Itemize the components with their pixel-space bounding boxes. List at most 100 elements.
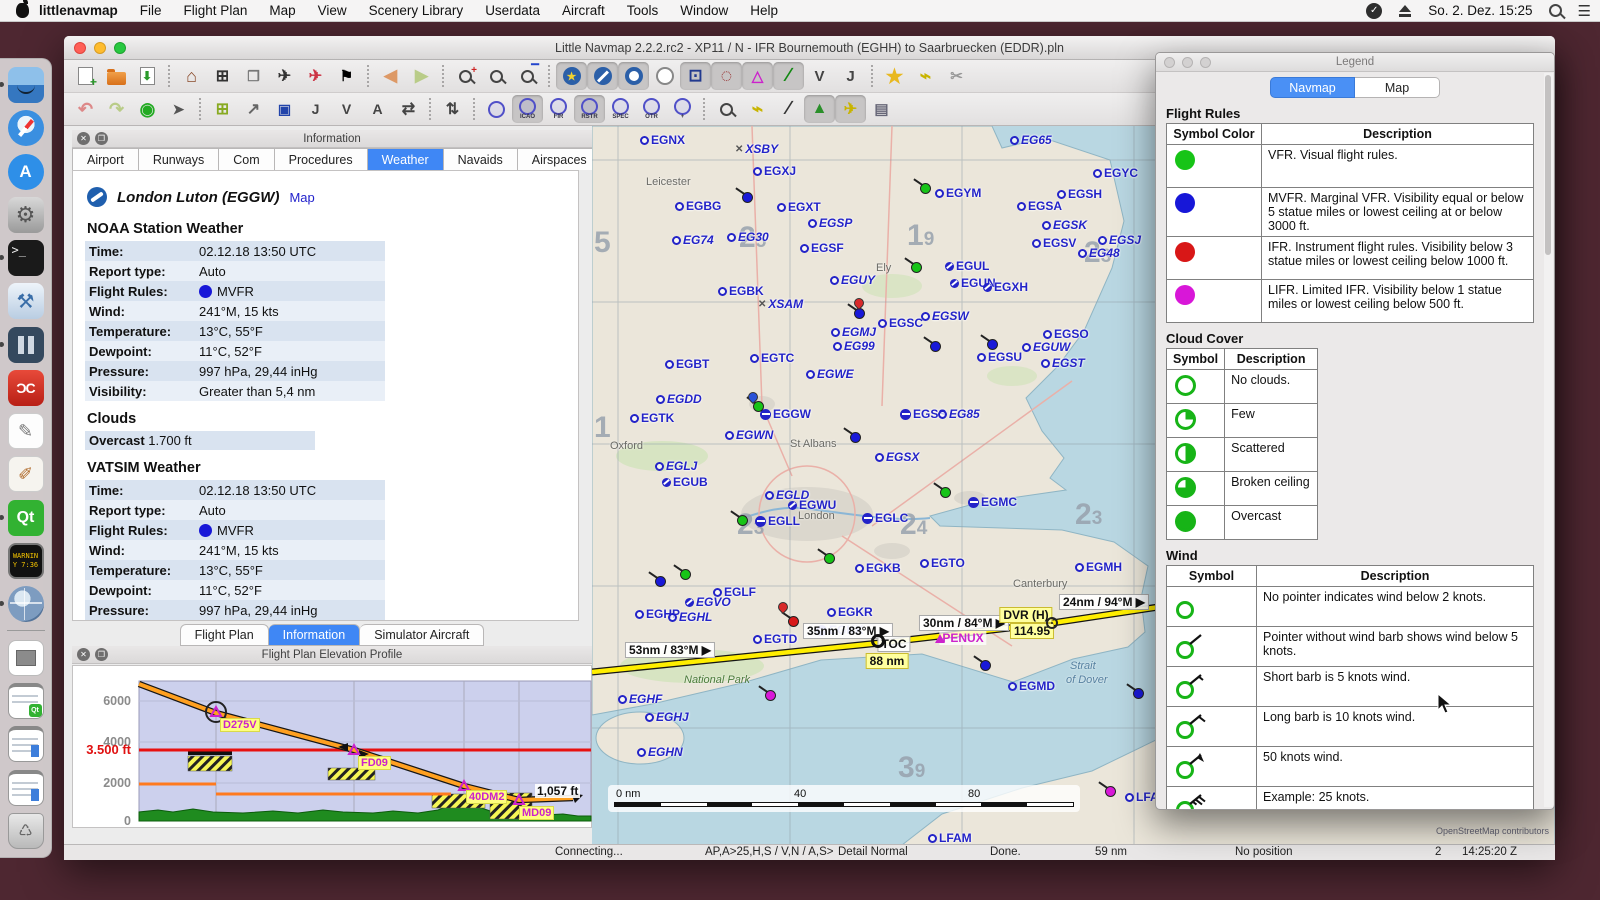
map-airport-egsc[interactable]: EGSC — [878, 316, 923, 330]
bottom-tab-simulator-aircraft[interactable]: Simulator Aircraft — [360, 624, 484, 646]
tab-runways[interactable]: Runways — [139, 148, 219, 170]
back-button[interactable]: ◀ — [375, 62, 406, 90]
menu-item-scenery-library[interactable]: Scenery Library — [369, 3, 464, 18]
map-airport-egwu[interactable]: EGWU — [788, 498, 836, 512]
menu-item-map[interactable]: Map — [269, 3, 295, 18]
new-flight-plan-button[interactable]: + — [70, 62, 101, 90]
profile-float-icon[interactable]: ❐ — [95, 648, 108, 661]
map-airport-egdd[interactable]: EGDD — [656, 392, 702, 406]
legend-tab-navmap[interactable]: Navmap — [1270, 77, 1355, 98]
map-airport-egtk[interactable]: EGTK — [630, 411, 674, 425]
map-airport-egsh[interactable]: EGSH — [1057, 187, 1102, 201]
menu-item-view[interactable]: View — [318, 3, 347, 18]
map-airport-egxh[interactable]: EGXH — [983, 280, 1028, 294]
open-flight-plan-button[interactable] — [101, 62, 132, 90]
map-airport-egso[interactable]: EGSO — [1043, 327, 1089, 341]
map-airport-egkb[interactable]: EGKB — [855, 561, 901, 575]
menu-item-userdata[interactable]: Userdata — [485, 3, 540, 18]
map-airport-eglc[interactable]: EGLC — [862, 511, 908, 525]
search-map-button[interactable] — [711, 95, 742, 123]
append-waypoint-button[interactable]: ↗ — [238, 95, 269, 123]
map-airport-eguy[interactable]: EGUY — [830, 273, 875, 287]
airspace-spec-button[interactable]: SPEC — [605, 95, 636, 123]
dock-item-minimized-qt-window[interactable]: Qt — [7, 682, 45, 720]
dock-item-textedit[interactable]: ✎ — [7, 412, 45, 450]
map-airport-egsk[interactable]: EGSK — [1042, 218, 1087, 232]
show-flightplan-button[interactable]: ⌁ — [742, 95, 773, 123]
legend-scrollbar[interactable] — [1544, 73, 1553, 807]
map-airport-egsu[interactable]: EGSU — [977, 350, 1022, 364]
map-airport-egyc[interactable]: EGYC — [1093, 166, 1138, 180]
map-airport-eg65[interactable]: EG65 — [1010, 133, 1052, 147]
zoom-flight-plan-button[interactable]: ◉ — [132, 95, 163, 123]
map-airport-egul[interactable]: EGUL — [945, 259, 989, 273]
elevation-profile-chart[interactable]: 6000400020000 3.500 ft D275VFD0940DM2MD0… — [72, 665, 592, 828]
menu-item-help[interactable]: Help — [750, 3, 778, 18]
tab-com[interactable]: Com — [219, 148, 274, 170]
dock-item-draw-app[interactable]: ✐ — [7, 455, 45, 493]
attach-route-button[interactable]: ✂ — [941, 62, 972, 90]
map-airport-eg85[interactable]: EG85 — [938, 407, 980, 421]
map-airport-egbt[interactable]: EGBT — [665, 357, 709, 371]
profile-dock-titlebar[interactable]: ✕ ❐ Flight Plan Elevation Profile — [72, 646, 592, 664]
bottom-tab-flight-plan[interactable]: Flight Plan — [180, 624, 269, 646]
information-close-icon[interactable]: ✕ — [77, 132, 90, 145]
map-airport-eghl[interactable]: EGHL — [668, 610, 712, 624]
show-water-airports-button[interactable] — [649, 62, 680, 90]
map-airport-egwe[interactable]: EGWE — [806, 367, 854, 381]
map-airport-egsf[interactable]: EGSF — [800, 241, 844, 255]
show-aircraft-button[interactable]: ✈ — [835, 95, 866, 123]
dock-item-web-globe[interactable] — [7, 585, 45, 623]
apple-menu-icon[interactable] — [16, 3, 29, 18]
map-airport-egnx[interactable]: EGNX — [640, 133, 685, 147]
map-airport-egbg[interactable]: EGBG — [675, 199, 721, 213]
tab-navaids[interactable]: Navaids — [444, 148, 518, 170]
dock-item-warning-clock[interactable]: WARNINY 7:36 — [7, 542, 45, 580]
airspace-none-button[interactable] — [481, 95, 512, 123]
center-route-button[interactable]: ❒ — [238, 62, 269, 90]
show-empty-airports-button[interactable] — [618, 62, 649, 90]
spotlight-search-icon[interactable] — [1549, 4, 1562, 17]
map-airport-egxj[interactable]: EGXJ — [753, 164, 796, 178]
home-view-button[interactable]: ⌂ — [176, 62, 207, 90]
show-ils-button[interactable]: ∕ — [773, 62, 804, 90]
menu-item-tools[interactable]: Tools — [627, 3, 659, 18]
map-airport-egtd[interactable]: EGTD — [753, 632, 797, 646]
menu-item-flight-plan[interactable]: Flight Plan — [184, 3, 248, 18]
airport-map-link[interactable]: Map — [289, 190, 314, 205]
dock-item-terminal[interactable]: >_ — [7, 239, 45, 277]
show-soft-airports-button[interactable] — [587, 62, 618, 90]
fit-selection-button[interactable]: ⊞ — [207, 62, 238, 90]
information-float-icon[interactable]: ❐ — [95, 132, 108, 145]
map-airport-egwn[interactable]: EGWN — [725, 428, 773, 442]
map-airport-egxt[interactable]: EGXT — [777, 200, 821, 214]
tab-procedures[interactable]: Procedures — [275, 148, 368, 170]
dock-item-trash[interactable]: ♺ — [7, 812, 45, 850]
map-select-button[interactable]: ➤ — [163, 95, 194, 123]
dock-item-finder[interactable] — [7, 66, 45, 104]
add-waypoint-button[interactable]: ⊞ — [207, 95, 238, 123]
map-airport-lfam[interactable]: LFAM — [928, 831, 972, 845]
map-airport-egmc[interactable]: EGMC — [968, 495, 1017, 509]
map-airport-egsa[interactable]: EGSA — [1017, 199, 1062, 213]
map-airport-eghf[interactable]: EGHF — [618, 692, 662, 706]
menu-item-file[interactable]: File — [140, 3, 162, 18]
airway-a-button[interactable]: A — [362, 95, 393, 123]
dock-item-qt-creator[interactable]: Qt — [7, 499, 45, 537]
map-airport-eglj[interactable]: EGLJ — [655, 459, 697, 473]
zoom-out-button[interactable] — [481, 62, 512, 90]
show-route-button[interactable]: ⌁ — [910, 62, 941, 90]
dock-item-pause-app[interactable] — [7, 326, 45, 364]
zoom-in-button[interactable]: + — [450, 62, 481, 90]
map-airport-egsp[interactable]: EGSP — [808, 216, 852, 230]
map-airport-egbk[interactable]: EGBK — [718, 284, 764, 298]
zoom-last-button[interactable]: ▔ — [512, 62, 543, 90]
dock-item-system-preferences[interactable]: ⚙ — [7, 196, 45, 234]
map-airport-egll[interactable]: EGLL — [755, 514, 800, 528]
map-airport-egtc[interactable]: EGTC — [750, 351, 794, 365]
show-waypoints-button[interactable]: △ — [742, 62, 773, 90]
redo-button[interactable]: ↷ — [101, 95, 132, 123]
map-airport-eg99[interactable]: EG99 — [833, 339, 875, 353]
menu-item-window[interactable]: Window — [680, 3, 728, 18]
information-dock-titlebar[interactable]: ✕ ❐ Information — [72, 130, 592, 148]
